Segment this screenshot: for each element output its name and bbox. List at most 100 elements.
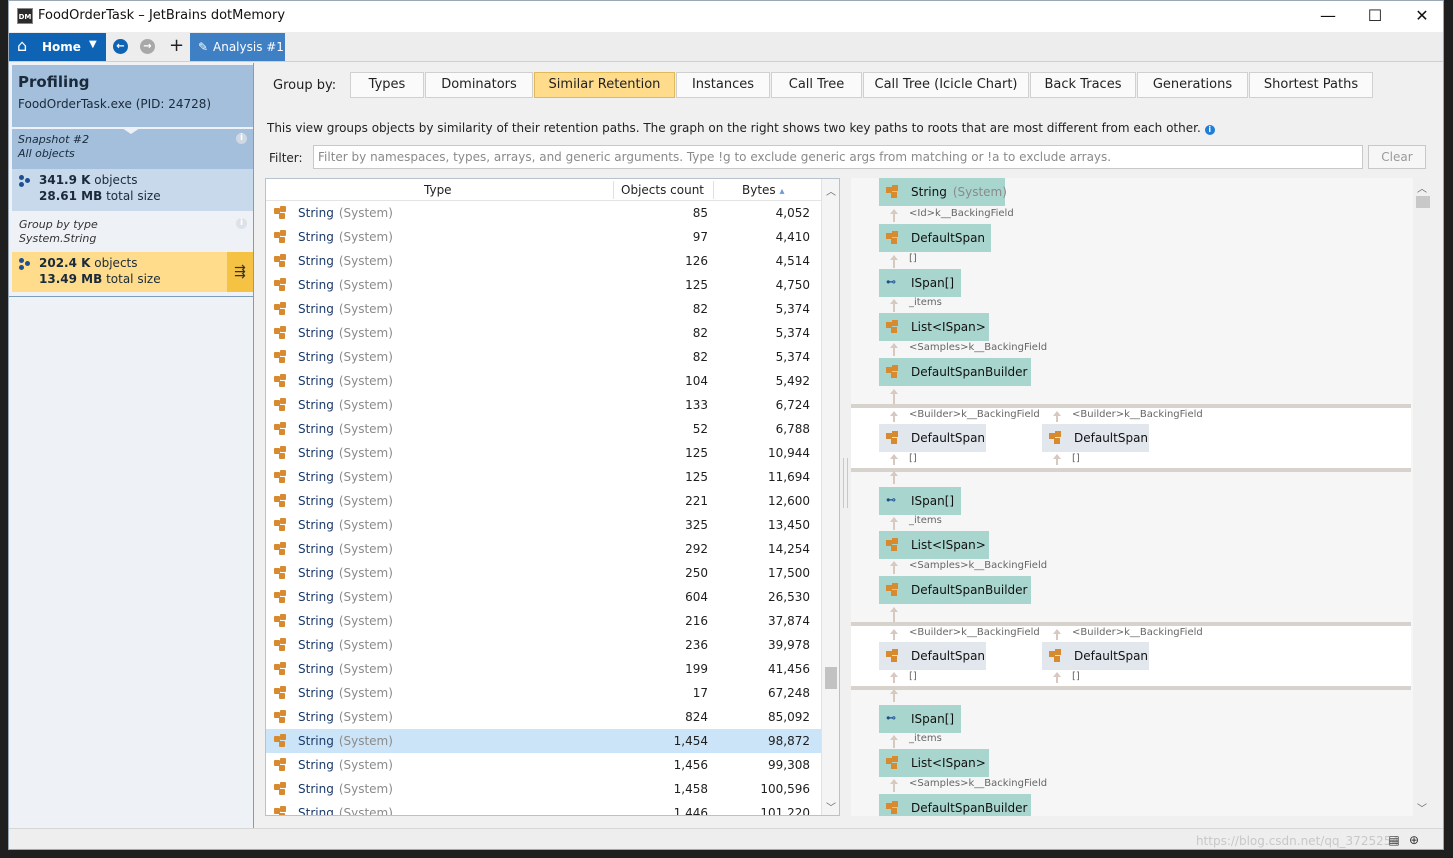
tab-similar-retention[interactable]: Similar Retention [534,72,675,98]
graph-arrow [890,389,898,404]
snapshot-block[interactable]: Snapshot #2 All objects i 341.9 K object… [12,128,253,211]
tab-types[interactable]: Types [350,72,424,98]
table-row[interactable]: String (System) 104 5,492 [266,369,822,393]
table-row[interactable]: String (System) 250 17,500 [266,561,822,585]
row-bytes: 14,254 [768,542,810,556]
graph-node-defaultspanbuilder[interactable]: DefaultSpanBuilder [879,358,1031,386]
row-type: String (System) [298,494,393,508]
graph-node-defaultspan[interactable]: DefaultSpan [879,424,986,452]
graph-arrow [890,561,898,574]
table-row[interactable]: String (System) 125 10,944 [266,441,822,465]
tab-call-tree-icicle-chart[interactable]: Call Tree (Icicle Chart) [863,72,1029,98]
table-row[interactable]: String (System) 1,446 101,220 [266,801,822,815]
column-separator[interactable] [713,181,714,199]
forward-button[interactable]: → [140,39,155,54]
scroll-thumb[interactable] [825,667,837,689]
graph-node-defaultspan[interactable]: DefaultSpan [1042,424,1149,452]
table-row[interactable]: String (System) 17 67,248 [266,681,822,705]
graph-node-defaultspan[interactable]: DefaultSpan [879,224,991,252]
table-row[interactable]: String (System) 824 85,092 [266,705,822,729]
graph-node-defaultspan[interactable]: DefaultSpan [879,642,986,670]
graph-node-ispan-array[interactable]: ⊷ ISpan[] [879,705,961,733]
graph-scrollbar[interactable]: ︿ ﹀ [1413,178,1431,816]
scroll-down-icon[interactable]: ﹀ [822,799,839,814]
table-row[interactable]: String (System) 216 37,874 [266,609,822,633]
maximize-button[interactable]: ☐ [1360,5,1390,27]
table-row[interactable]: String (System) 52 6,788 [266,417,822,441]
graph-node-defaultspan[interactable]: DefaultSpan [1042,642,1149,670]
scroll-up-icon[interactable]: ︿ [1413,180,1431,195]
download-icon[interactable]: ⊕ [1407,833,1421,847]
group-info-icon[interactable]: i [236,218,247,229]
column-type[interactable]: Type [424,183,452,197]
watermark-text: https://blog.csdn.net/qq_3725254 [1195,834,1399,848]
graph-node-defaultspanbuilder[interactable]: DefaultSpanBuilder [879,576,1031,604]
graph-node-defaultspanbuilder[interactable]: DefaultSpanBuilder [879,794,1031,816]
table-row[interactable]: String (System) 221 12,600 [266,489,822,513]
graph-node-string-root[interactable]: String (System) [879,178,1007,206]
graph-arrow [890,689,898,702]
table-row[interactable]: String (System) 199 41,456 [266,657,822,681]
add-analysis-button[interactable]: + [169,36,184,56]
table-row[interactable]: String (System) 85 4,052 [266,201,822,225]
scroll-up-icon[interactable]: ︿ [822,183,839,198]
table-row[interactable]: String (System) 82 5,374 [266,297,822,321]
table-row[interactable]: String (System) 236 39,978 [266,633,822,657]
close-button[interactable]: ✕ [1407,5,1437,27]
table-row[interactable]: String (System) 604 26,530 [266,585,822,609]
home-button[interactable]: ⌂ Home ▼ [9,33,106,61]
tab-generations[interactable]: Generations [1137,72,1248,98]
info-icon[interactable]: i [236,133,247,144]
row-objects-count: 17 [692,686,708,700]
row-type: String (System) [298,686,393,700]
row-objects-count: 236 [685,638,708,652]
panel-splitter[interactable] [843,458,848,508]
row-objects-count: 1,458 [673,782,708,796]
tab-dominators[interactable]: Dominators [425,72,533,98]
table-row[interactable]: String (System) 97 4,410 [266,225,822,249]
table-row[interactable]: String (System) 133 6,724 [266,393,822,417]
graph-node-list-ispan[interactable]: List<ISpan> [879,531,989,559]
table-row[interactable]: String (System) 325 13,450 [266,513,822,537]
table-row[interactable]: String (System) 292 14,254 [266,537,822,561]
objects-icon [19,258,31,270]
table-row[interactable]: String (System) 82 5,374 [266,321,822,345]
tab-analysis[interactable]: ✎ Analysis #1 [190,33,285,61]
table-row[interactable]: String (System) 1,458 100,596 [266,777,822,801]
row-type: String (System) [298,470,393,484]
tab-back-traces[interactable]: Back Traces [1030,72,1136,98]
close-icon: ✕ [1415,6,1429,25]
minimize-button[interactable]: — [1313,5,1343,27]
column-bytes[interactable]: Bytes ▴ [742,183,785,197]
tab-shortest-paths[interactable]: Shortest Paths [1249,72,1373,98]
tab-instances[interactable]: Instances [676,72,770,98]
scroll-thumb[interactable] [1416,196,1430,208]
chat-icon[interactable]: ▤ [1387,833,1401,847]
table-row[interactable]: String (System) 82 5,374 [266,345,822,369]
tab-call-tree[interactable]: Call Tree [771,72,862,98]
graph-node-list-ispan[interactable]: List<ISpan> [879,313,989,341]
table-row[interactable]: String (System) 125 4,750 [266,273,822,297]
table-row[interactable]: String (System) 1,454 98,872 [266,729,822,753]
filter-input[interactable] [313,145,1363,169]
dropdown-icon[interactable]: ▼ [89,39,97,50]
row-objects-count: 97 [692,230,708,244]
back-button[interactable]: ← [113,39,128,54]
table-row[interactable]: String (System) 1,456 99,308 [266,753,822,777]
column-separator[interactable] [613,181,614,199]
scroll-down-icon[interactable]: ﹀ [1413,800,1431,815]
row-objects-count: 604 [685,590,708,604]
open-analysis-button[interactable]: ⇶ [227,252,253,292]
profiling-block[interactable]: Profiling FoodOrderTask.exe (PID: 24728) [12,65,253,127]
graph-node-list-ispan[interactable]: List<ISpan> [879,749,989,777]
graph-node-ispan-array[interactable]: ⊷ ISpan[] [879,269,961,297]
info-icon[interactable]: i [1204,125,1215,135]
column-objects-count[interactable]: Objects count [621,183,704,197]
selected-group-block[interactable]: 202.4 K objects 13.49 MB total size ⇶ [12,252,253,292]
table-scrollbar[interactable]: ︿ ﹀ [821,179,839,815]
table-row[interactable]: String (System) 126 4,514 [266,249,822,273]
clear-button[interactable]: Clear [1368,145,1426,169]
graph-node-ispan-array[interactable]: ⊷ ISpan[] [879,487,961,515]
table-row[interactable]: String (System) 125 11,694 [266,465,822,489]
table-header: Type Objects count Bytes ▴ [266,179,822,201]
